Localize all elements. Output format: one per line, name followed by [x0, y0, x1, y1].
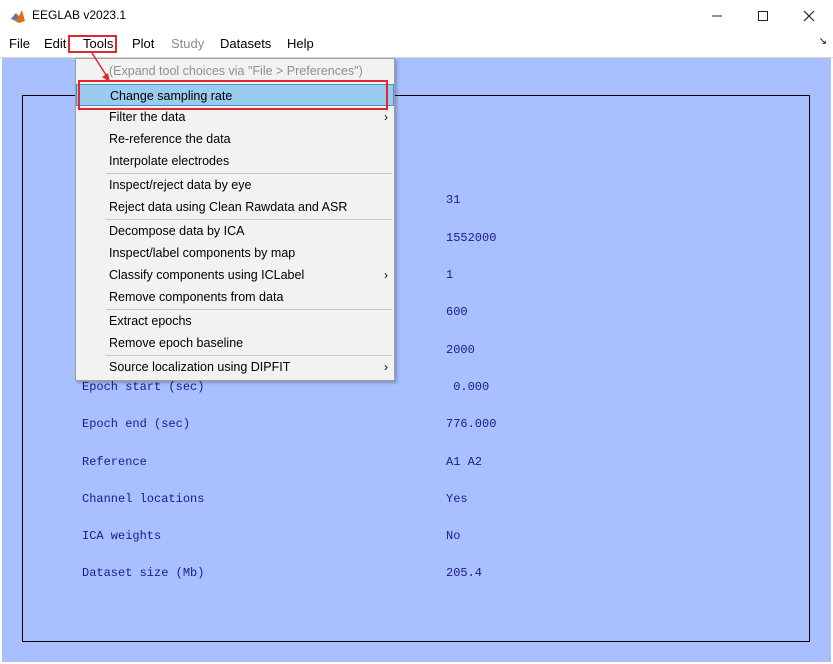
info-value: 1	[446, 268, 454, 282]
menu-item-label: Remove components from data	[109, 290, 284, 304]
menu-item-label: Reject data using Clean Rawdata and ASR	[109, 200, 348, 214]
info-label: Epoch start (sec)	[82, 380, 205, 394]
menu-item-label: Source localization using DIPFIT	[109, 360, 291, 374]
menu-help[interactable]: Help	[287, 36, 314, 52]
info-label: Dataset size (Mb)	[82, 566, 205, 580]
info-label: ICA weights	[82, 529, 162, 543]
info-label: Reference	[82, 455, 147, 469]
menu-item-label: Decompose data by ICA	[109, 224, 245, 238]
maximize-icon	[758, 11, 768, 21]
close-icon	[803, 10, 815, 22]
menu-item-inspect-reject-by-eye[interactable]: Inspect/reject data by eye	[76, 174, 394, 196]
menu-item-label: Interpolate electrodes	[109, 154, 230, 168]
info-label: Channel locations	[82, 492, 205, 506]
menu-item-label: Extract epochs	[109, 314, 192, 328]
info-value: 0.000	[446, 380, 490, 394]
window-title: EEGLAB v2023.1	[32, 8, 127, 22]
menu-bar: File Edit Tools Plot Study Datasets Help	[0, 31, 833, 58]
menu-item-clean-rawdata-asr[interactable]: Reject data using Clean Rawdata and ASR	[76, 196, 394, 218]
menu-item-classify-iclabel[interactable]: Classify components using ICLabel ›	[76, 264, 394, 286]
title-bar: EEGLAB v2023.1	[0, 0, 833, 31]
menu-item-dipfit[interactable]: Source localization using DIPFIT ›	[76, 356, 394, 378]
info-label: Epoch end (sec)	[82, 417, 191, 431]
menu-datasets[interactable]: Datasets	[220, 36, 271, 52]
tools-annotation-box	[68, 35, 117, 53]
dock-arrow-icon[interactable]: ↘	[819, 36, 827, 47]
info-value: 205.4	[446, 566, 483, 580]
menu-item-extract-epochs[interactable]: Extract epochs	[76, 310, 394, 332]
menu-item-remove-components[interactable]: Remove components from data	[76, 286, 394, 308]
info-value: 600	[446, 305, 468, 319]
minimize-icon	[712, 15, 722, 17]
menu-item-label: (Expand tool choices via "File > Prefere…	[109, 64, 363, 78]
menu-item-rereference[interactable]: Re-reference the data	[76, 128, 394, 150]
info-value: 776.000	[446, 417, 497, 431]
menu-item-interpolate-electrodes[interactable]: Interpolate electrodes	[76, 150, 394, 172]
menu-edit[interactable]: Edit	[44, 36, 66, 52]
menu-item-label: Inspect/label components by map	[109, 246, 296, 260]
close-button[interactable]	[786, 4, 832, 28]
info-value: A1 A2	[446, 455, 483, 469]
menu-item-label: Re-reference the data	[109, 132, 231, 146]
menu-study[interactable]: Study	[171, 36, 204, 52]
info-value: 2000	[446, 343, 475, 357]
menu-item-decompose-ica[interactable]: Decompose data by ICA	[76, 220, 394, 242]
matlab-icon	[10, 8, 26, 24]
info-value: 1552000	[446, 231, 497, 245]
menu-plot[interactable]: Plot	[132, 36, 154, 52]
selection-annotation-box	[78, 80, 388, 110]
menu-item-remove-baseline[interactable]: Remove epoch baseline	[76, 332, 394, 354]
chevron-right-icon: ›	[384, 268, 388, 282]
info-value: No	[446, 529, 461, 543]
menu-item-label: Classify components using ICLabel	[109, 268, 305, 282]
menu-item-expand-tool-choices: (Expand tool choices via "File > Prefere…	[76, 60, 394, 82]
minimize-button[interactable]	[694, 4, 740, 28]
menu-file[interactable]: File	[9, 36, 30, 52]
eeglab-window: EEGLAB v2023.1 File Edit Tools Plot Stud…	[0, 0, 833, 664]
menu-item-inspect-label-components[interactable]: Inspect/label components by map	[76, 242, 394, 264]
maximize-button[interactable]	[740, 4, 786, 28]
menu-item-label: Inspect/reject data by eye	[109, 178, 252, 192]
info-value: 31	[446, 193, 461, 207]
menu-item-label: Remove epoch baseline	[109, 336, 244, 350]
chevron-right-icon: ›	[384, 360, 388, 374]
info-value: Yes	[446, 492, 468, 506]
